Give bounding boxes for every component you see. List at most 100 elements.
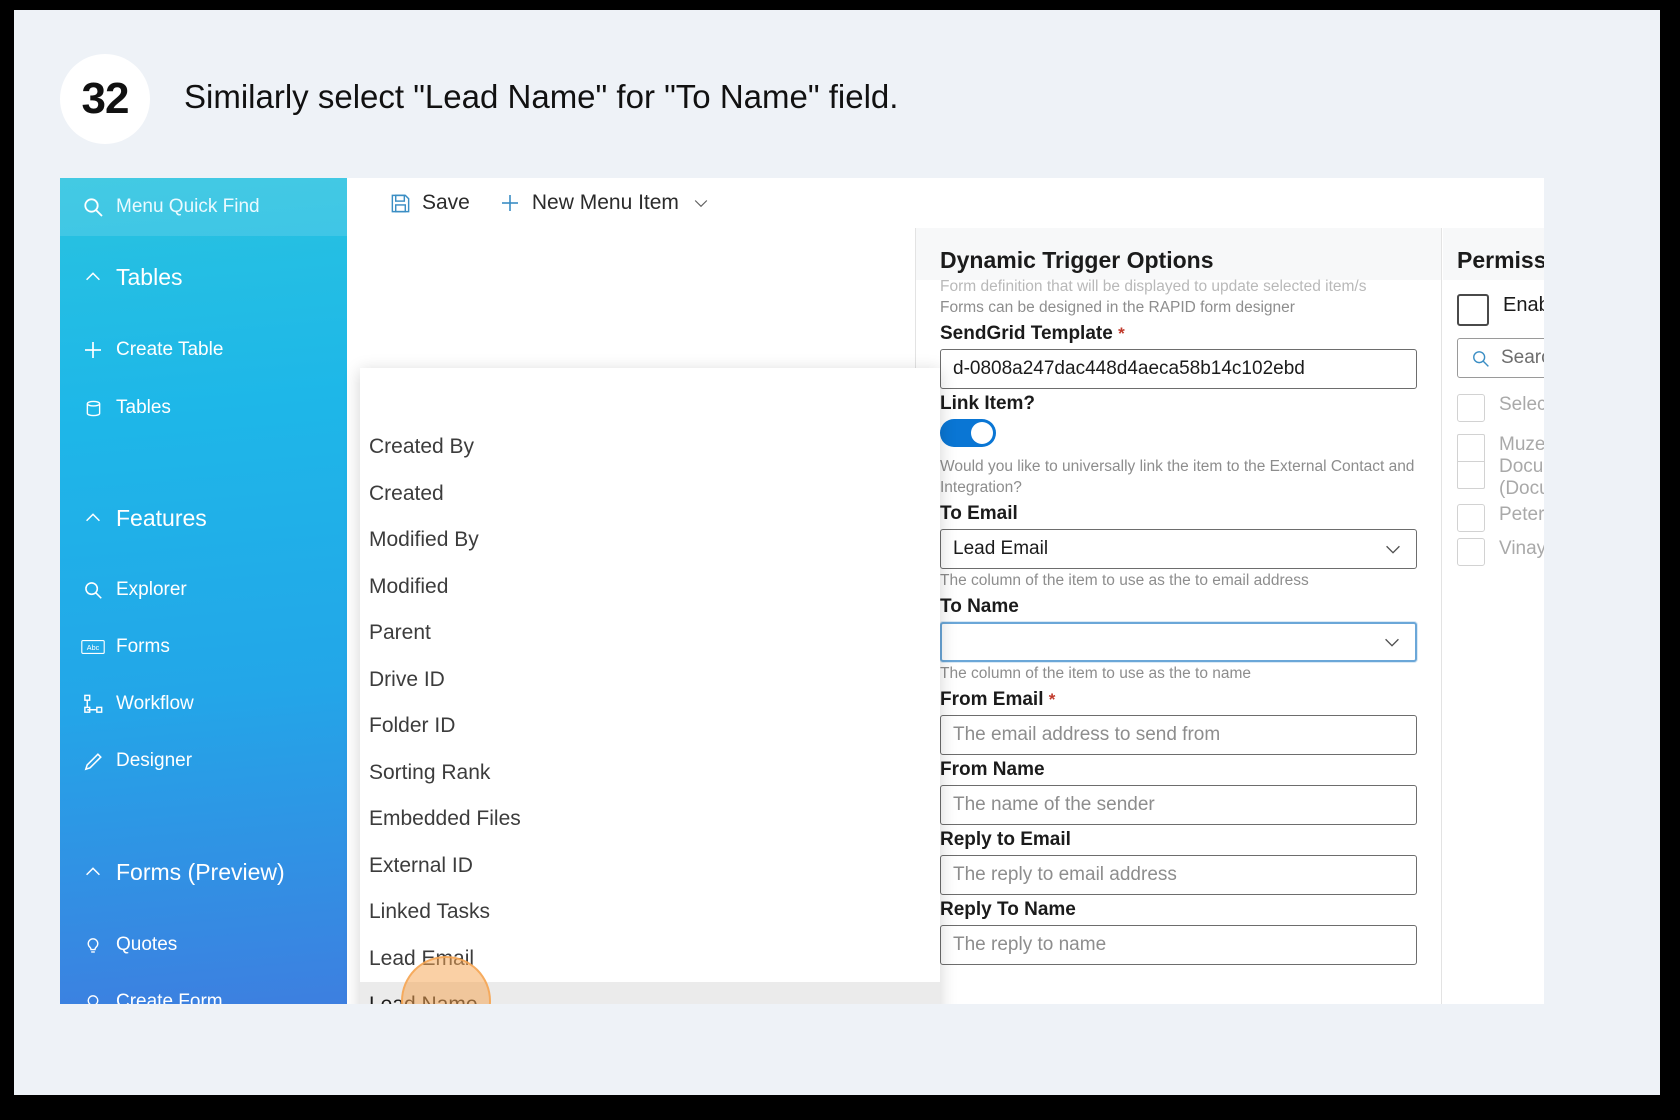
reply-to-name-input[interactable]: The reply to name bbox=[940, 924, 1417, 965]
permission-checkbox[interactable] bbox=[1457, 434, 1485, 462]
column-dropdown-menu: Created By Created Modified By Modified Pare… bbox=[360, 368, 940, 1004]
menu-quick-find[interactable]: Menu Quick Find bbox=[60, 178, 347, 236]
from-email-label: From Email * bbox=[940, 688, 1056, 710]
permission-checkbox[interactable] bbox=[1457, 503, 1485, 532]
sidebar-item-explorer[interactable]: Explorer bbox=[60, 568, 347, 612]
chevron-down-icon bbox=[1381, 631, 1403, 653]
search-icon bbox=[1470, 348, 1491, 369]
dropdown-option[interactable]: Folder ID bbox=[360, 703, 940, 750]
chevron-down-icon bbox=[1382, 538, 1404, 560]
sidebar-item-designer[interactable]: Designer bbox=[60, 739, 347, 783]
dropdown-option[interactable]: Modified bbox=[360, 564, 940, 611]
sidebar-group-tables[interactable]: Tables bbox=[60, 255, 347, 299]
permission-checkbox[interactable] bbox=[1457, 462, 1485, 489]
bulb-icon bbox=[70, 934, 116, 956]
permissions-body: Enable per bbox=[1443, 280, 1544, 326]
required-marker: * bbox=[1118, 323, 1125, 343]
dropdown-option[interactable]: Created By bbox=[360, 424, 940, 471]
sendgrid-template-input[interactable]: d-0808a247dac448d4aeca58b14c102ebd bbox=[940, 348, 1417, 389]
dropdown-option-label: Folder ID bbox=[369, 714, 456, 738]
enable-permissions-row[interactable]: Enable per bbox=[1457, 294, 1544, 326]
sidebar-item-label: Quotes bbox=[116, 934, 178, 955]
panel-body: Form definition that will be displayed t… bbox=[916, 277, 1441, 965]
save-button[interactable]: Save bbox=[389, 191, 470, 215]
plus-icon bbox=[498, 191, 522, 215]
select-all-row[interactable]: Select All bbox=[1457, 394, 1544, 422]
reply-to-email-input[interactable]: The reply to email address bbox=[940, 854, 1417, 895]
sidebar-group-forms-preview[interactable]: Forms (Preview) bbox=[60, 850, 347, 894]
sidebar-group-label: Forms (Preview) bbox=[116, 858, 285, 885]
dropdown-option-label: External ID bbox=[369, 853, 473, 877]
search-icon bbox=[70, 579, 116, 601]
sidebar-group-features[interactable]: Features bbox=[60, 496, 347, 540]
enable-permissions-label: Enable per bbox=[1503, 294, 1544, 316]
step-number: 32 bbox=[81, 74, 130, 123]
panel-title: Dynamic Trigger Options bbox=[940, 247, 1214, 273]
database-icon bbox=[70, 398, 116, 419]
panel-header: Dynamic Trigger Options bbox=[916, 228, 1441, 280]
permission-entry-row[interactable]: Muze Sys Documen (Documer bbox=[1457, 434, 1544, 500]
dropdown-option[interactable]: Parent bbox=[360, 610, 940, 657]
dropdown-options-list: Created By Created Modified By Modified Pare… bbox=[360, 424, 940, 1004]
sidebar-item-quotes[interactable]: Quotes bbox=[60, 923, 347, 967]
link-item-hint: Would you like to universally link the i… bbox=[940, 457, 1415, 496]
link-item-toggle[interactable] bbox=[940, 418, 996, 447]
dropdown-option[interactable]: Sorting Rank bbox=[360, 750, 940, 797]
from-name-input[interactable]: The name of the sender bbox=[940, 784, 1417, 825]
save-icon bbox=[389, 192, 412, 215]
page-canvas: 32 Similarly select "Lead Name" for "To … bbox=[14, 10, 1660, 1095]
dropdown-option[interactable]: Drive ID bbox=[360, 657, 940, 704]
screenshot-root: 32 Similarly select "Lead Name" for "To … bbox=[0, 0, 1680, 1120]
to-email-select[interactable]: Lead Email bbox=[940, 528, 1417, 569]
to-email-hint: The column of the item to use as the to … bbox=[940, 571, 1309, 589]
dropdown-option[interactable]: Embedded Files bbox=[360, 796, 940, 843]
new-menu-item-button[interactable]: New Menu Item bbox=[498, 191, 711, 215]
chevron-down-icon[interactable] bbox=[691, 193, 711, 213]
permission-entry-row[interactable]: Vinay Dal bbox=[1457, 537, 1544, 566]
dropdown-option-label: Lead Name bbox=[369, 993, 478, 1004]
to-name-select[interactable] bbox=[940, 621, 1417, 662]
pencil-icon bbox=[70, 750, 116, 773]
sidebar-item-forms[interactable]: Abc Forms bbox=[60, 625, 347, 669]
sendgrid-template-value: d-0808a247dac448d4aeca58b14c102ebd bbox=[953, 357, 1305, 379]
dropdown-option[interactable]: Lead Name bbox=[360, 982, 940, 1004]
permission-entry-row[interactable]: Peter Fran bbox=[1457, 503, 1544, 532]
select-all-label: Select All bbox=[1499, 394, 1544, 415]
dropdown-option-label: Lead Email bbox=[369, 946, 475, 970]
svg-text:Abc: Abc bbox=[87, 643, 100, 652]
dropdown-option[interactable]: Modified By bbox=[360, 517, 940, 564]
sidebar-item-label: Forms bbox=[116, 636, 170, 657]
permission-entry-label: Muze Sys Documen (Documer bbox=[1499, 434, 1544, 499]
select-all-checkbox[interactable] bbox=[1457, 394, 1485, 422]
dropdown-option-label: Modified bbox=[369, 574, 449, 598]
bulb-icon bbox=[70, 991, 116, 1004]
from-name-label: From Name bbox=[940, 758, 1045, 780]
dropdown-option[interactable]: Created bbox=[360, 471, 940, 518]
reply-to-email-placeholder: The reply to email address bbox=[953, 863, 1177, 885]
dynamic-trigger-options-panel: Dynamic Trigger Options Form definition … bbox=[915, 228, 1442, 1004]
sidebar-item-create-form[interactable]: Create Form bbox=[60, 980, 347, 1004]
reply-to-email-label: Reply to Email bbox=[940, 828, 1071, 850]
dropdown-option-label: Parent bbox=[369, 621, 431, 645]
toggle-knob bbox=[971, 421, 993, 444]
dropdown-option[interactable]: External ID bbox=[360, 843, 940, 890]
from-email-input[interactable]: The email address to send from bbox=[940, 714, 1417, 755]
permissions-search-input[interactable]: Search bbox=[1457, 338, 1544, 378]
permission-entry-label: Peter Fran bbox=[1499, 503, 1544, 525]
dropdown-option[interactable]: Linked Tasks bbox=[360, 889, 940, 936]
sendgrid-template-label: SendGrid Template * bbox=[940, 322, 1125, 344]
permission-checkbox[interactable] bbox=[1457, 537, 1485, 566]
sidebar-item-label: Workflow bbox=[116, 693, 194, 714]
sidebar-item-tables[interactable]: Tables bbox=[60, 386, 347, 430]
to-name-label: To Name bbox=[940, 595, 1019, 617]
reply-to-name-label: Reply To Name bbox=[940, 898, 1076, 920]
sidebar-item-create-table[interactable]: Create Table bbox=[60, 328, 347, 372]
permissions-title: Permissions bbox=[1457, 247, 1544, 273]
chevron-up-icon bbox=[70, 507, 116, 529]
sidebar-group-label: Tables bbox=[116, 263, 183, 290]
enable-permissions-checkbox[interactable] bbox=[1457, 294, 1489, 326]
dropdown-option[interactable]: Lead Email bbox=[360, 936, 940, 983]
sidebar-group-label: Features bbox=[116, 504, 207, 531]
sidebar-item-workflow[interactable]: Workflow bbox=[60, 682, 347, 726]
sidebar-item-label: Tables bbox=[116, 397, 171, 418]
